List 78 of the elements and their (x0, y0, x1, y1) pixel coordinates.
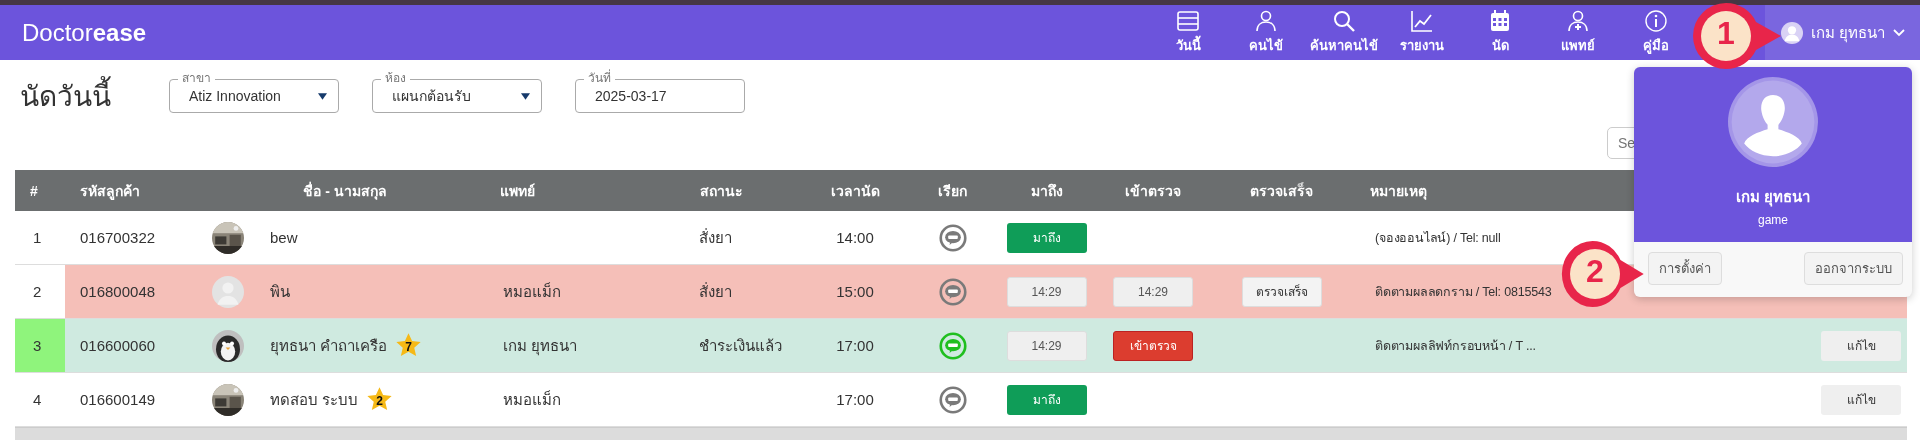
patient-name: ยุทธนา คำถาเครือ (270, 335, 388, 358)
row-number: 2 (15, 265, 65, 318)
status-button[interactable]: มาถึง (1006, 222, 1087, 253)
table-cell: 15:00 (836, 283, 874, 300)
menu-button[interactable]: ออกจากระบบ (1804, 252, 1903, 285)
note-text: ติดตามผลลิฟท์กรอบหน้า / T ... (1375, 338, 1536, 353)
chat-bubble-icon[interactable] (938, 277, 967, 306)
patient-name: bew (270, 229, 298, 246)
table-cell: หมอแม็ก (503, 282, 561, 300)
username: game (1758, 213, 1788, 227)
select-field[interactable]: ห้อง แผนกต้อนรับ (372, 68, 542, 113)
table-cell: 17:00 (836, 337, 874, 354)
column-header: มาถึง (1030, 181, 1063, 201)
step-callout: 1 (1691, 1, 1783, 71)
star-badge: 7 (395, 332, 423, 359)
edit-button[interactable]: แก้ไข (1821, 330, 1901, 361)
list-icon (1176, 9, 1200, 33)
column-header: หมายเหตุ (1369, 181, 1427, 202)
time-stamp: 14:29 (1113, 276, 1193, 307)
person-icon (1254, 9, 1278, 33)
user-name: เกม ยุทธนา (1735, 187, 1811, 209)
info-icon (1644, 9, 1668, 33)
table-cell: เกม ยุทธนา (503, 336, 578, 354)
table-cell: ชำระเงินแล้ว (699, 336, 782, 354)
scrollbar[interactable] (15, 427, 1907, 440)
search-icon (1332, 9, 1356, 33)
nav-item[interactable]: วันนี้ (1149, 9, 1227, 56)
user-menu[interactable]: เกม ยุทธนา (1765, 5, 1920, 60)
calendar-icon (1488, 9, 1512, 33)
person-plus-icon (1566, 9, 1590, 33)
column-header: เข้าตรวจ (1125, 181, 1181, 201)
chat-bubble-icon[interactable] (938, 385, 967, 414)
column-header: # (29, 182, 38, 199)
table-cell: หมอแม็ก (503, 390, 561, 408)
time-stamp: 14:29 (1006, 276, 1087, 307)
chat-bubble-icon[interactable] (938, 331, 967, 360)
table-cell: 17:00 (836, 391, 874, 408)
table-cell: 14:00 (836, 229, 874, 246)
dropdown-arrow-icon (521, 92, 530, 100)
nav-item[interactable]: คนไข้ (1227, 9, 1305, 56)
field-value: Atiz Innovation (189, 88, 281, 104)
chat-bubble-icon[interactable] (938, 223, 967, 252)
nav-item[interactable]: รายงาน (1383, 9, 1461, 56)
avatar-icon (1728, 77, 1818, 167)
column-header: ชื่อ - นามสกุล (302, 180, 387, 202)
patient-name: พิน (270, 281, 290, 302)
chart-icon (1410, 9, 1434, 33)
column-header: เวลานัด (830, 181, 880, 201)
app-logo[interactable]: Doctorease (22, 18, 147, 47)
note-text: ติดตามผลลดกราม / Tel: 0815543 (1375, 284, 1552, 299)
dropdown-arrow-icon (318, 92, 327, 100)
status-button[interactable]: ตรวจเสร็จ (1241, 276, 1322, 307)
table-cell: สั่งยา (699, 282, 732, 300)
edit-button[interactable]: แก้ไข (1821, 384, 1901, 415)
avatar-icon (1781, 21, 1803, 44)
status-button[interactable]: เข้าตรวจ (1113, 330, 1193, 361)
note-text: (จองออนไลน์) / Tel: null (1375, 230, 1501, 245)
select-field[interactable]: สาขา Atiz Innovation (169, 68, 339, 113)
column-header: ตรวจเสร็จ (1250, 181, 1313, 201)
nav-item[interactable]: ค้นหาคนไข้ (1305, 9, 1383, 56)
nav-item[interactable]: แพทย์ (1539, 9, 1617, 56)
chevron-down-icon (1893, 28, 1906, 37)
table-cell: สั่งยา (699, 228, 732, 246)
star-badge: 2 (366, 386, 394, 413)
status-button[interactable]: มาถึง (1006, 384, 1087, 415)
patient-name: ทดสอบ ระบบ (270, 389, 359, 410)
page-title: นัดวันนี้ (20, 74, 111, 118)
date-field[interactable]: วันที่ 2025-03-17 (575, 68, 745, 113)
menu-button[interactable]: การตั้งค่า (1648, 252, 1722, 285)
row-number: 3 (15, 319, 65, 372)
field-value: แผนกต้อนรับ (392, 88, 471, 104)
column-header: แพทย์ (499, 181, 535, 201)
column-header: เรียก (938, 181, 967, 201)
time-stamp: 14:29 (1006, 330, 1087, 361)
field-value: 2025-03-17 (595, 88, 667, 104)
column-header: สถานะ (699, 181, 743, 201)
column-header: รหัสลูกค้า (79, 181, 140, 202)
nav-item[interactable]: นัด (1461, 9, 1539, 56)
